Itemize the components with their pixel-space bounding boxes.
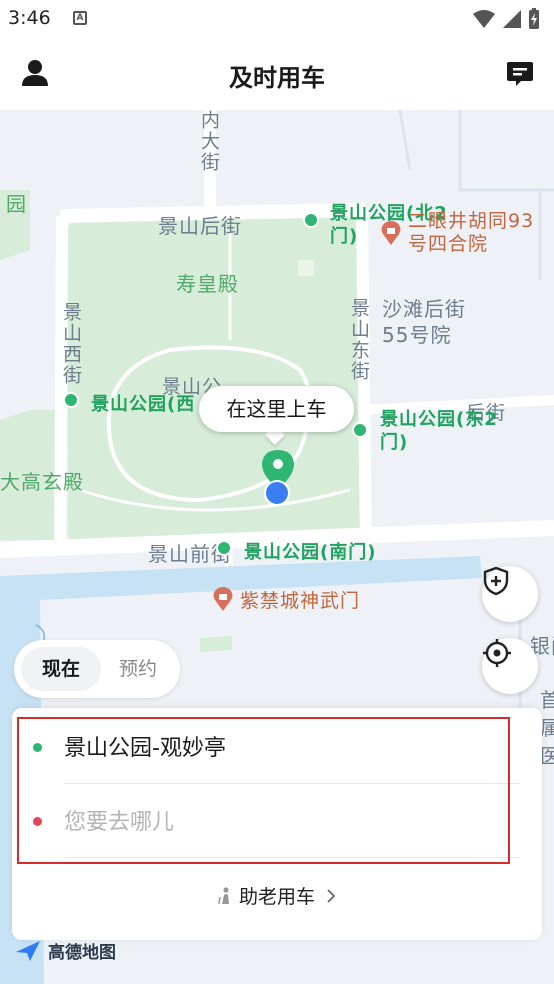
highlight-box — [17, 717, 510, 864]
alley-ne — [458, 110, 554, 192]
tab-book[interactable]: 预约 — [104, 647, 172, 691]
edge-label-4: 医 — [540, 744, 554, 768]
poi-pin-shenwu[interactable] — [212, 586, 234, 612]
elder-ride-link[interactable]: 助老用车 — [0, 882, 554, 909]
amap-logo-text: 高德地图 — [48, 943, 116, 963]
wifi-icon — [473, 10, 495, 28]
chevron-right-icon — [327, 889, 336, 903]
place-label-dagaoxuan: 大高玄殿 — [0, 470, 84, 494]
pickup-bubble[interactable]: 在这里上车 — [199, 386, 354, 432]
ride-mode-tabs: 现在 预约 — [14, 640, 180, 698]
battery-icon — [529, 8, 539, 29]
shield-icon — [483, 566, 509, 596]
poi-south-gate[interactable]: 景山公园(南门) — [244, 538, 376, 564]
poi-shenwu[interactable]: 紫禁城神武门 — [240, 586, 360, 613]
place-label-left: 园 — [6, 192, 27, 216]
poi-pin-siheyuan[interactable] — [380, 220, 402, 246]
poi-dot-south-gate[interactable] — [216, 540, 232, 556]
elder-label: 助老用车 — [238, 886, 315, 908]
park-building — [298, 260, 314, 276]
app-header: 及时用车 — [0, 38, 554, 110]
message-icon[interactable] — [506, 60, 534, 88]
amap-logo-icon — [16, 940, 40, 961]
poi-west-gate[interactable]: 景山公园(西 — [91, 390, 195, 416]
poi-east-gate[interactable]: 景山公园(东2门) — [380, 408, 505, 454]
page-title: 及时用车 — [229, 64, 325, 92]
status-icons — [472, 8, 540, 30]
notification-icon: A — [73, 11, 87, 25]
signal-icon — [503, 10, 521, 28]
status-time: 3:46 — [8, 7, 51, 29]
road-label-houjie: 景山后街 — [158, 214, 242, 238]
edge-label-3: 属 — [540, 716, 554, 740]
locate-button[interactable] — [482, 638, 538, 694]
place-label-shouhuang: 寿皇殿 — [176, 272, 239, 296]
poi-dot-north-gate[interactable] — [303, 212, 319, 228]
road-label-neida: 内大街 — [198, 110, 220, 173]
status-bar: 3:46 A — [0, 0, 554, 38]
alley-n — [398, 110, 412, 171]
poi-dot-east-gate[interactable] — [352, 422, 368, 438]
crosshair-icon — [483, 639, 511, 667]
road-label-dongjie: 景山东街 — [348, 298, 370, 382]
palace-green — [200, 636, 232, 652]
place-label-shatan: 沙滩后街55号院 — [382, 297, 466, 347]
edge-label-2: 首都 — [540, 688, 554, 712]
elder-icon — [218, 887, 229, 905]
road-label-xijie: 景山西街 — [60, 302, 82, 386]
poi-siheyuan[interactable]: 二眼井胡同93号四合院 — [408, 210, 548, 256]
tab-now[interactable]: 现在 — [21, 647, 101, 691]
amap-logo: 高德地图 — [14, 938, 116, 963]
poi-dot-west-gate[interactable] — [63, 392, 79, 408]
current-location-icon — [264, 480, 290, 506]
safety-button[interactable] — [482, 566, 538, 622]
